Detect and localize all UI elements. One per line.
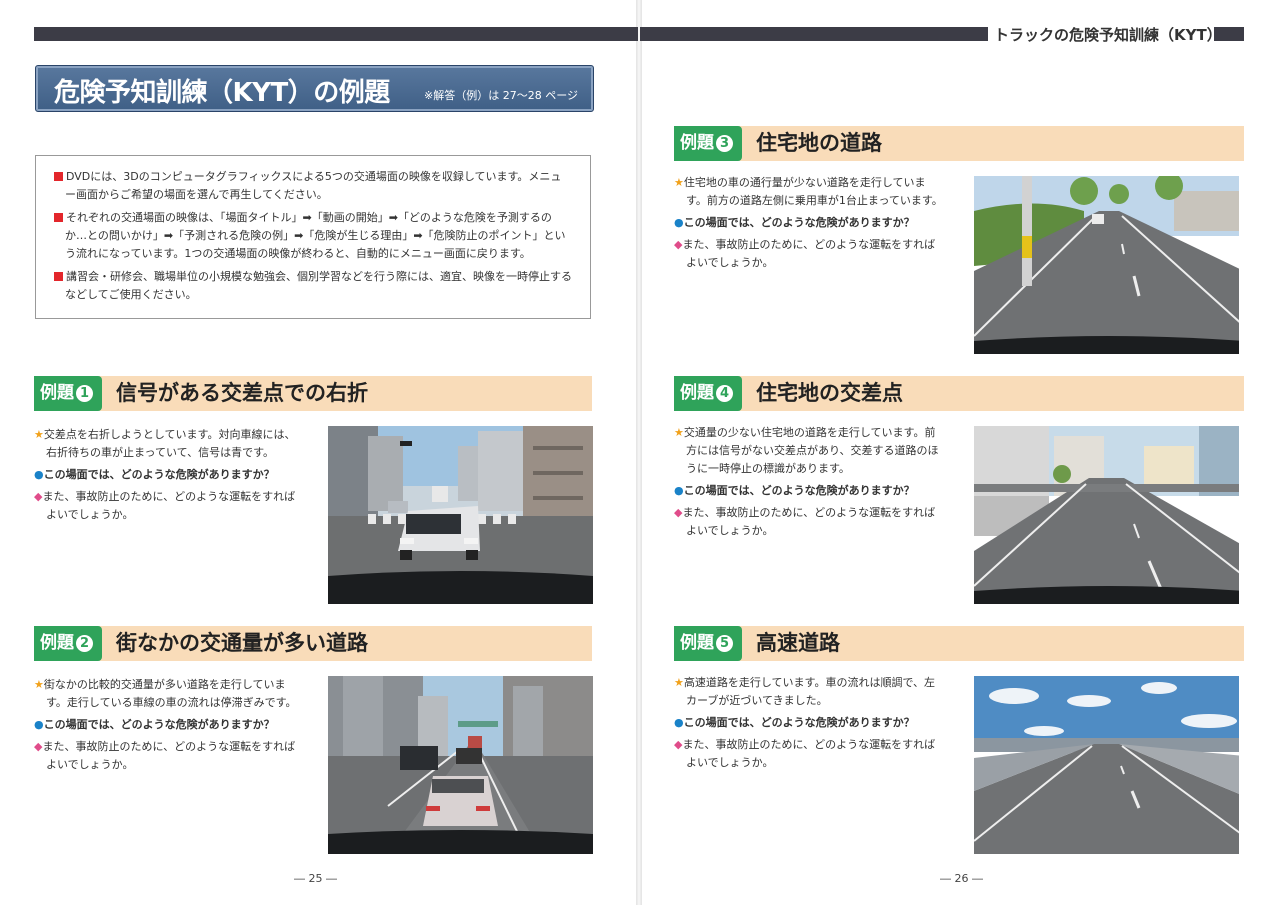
page-number-right: ― 26 ― <box>940 872 983 885</box>
scene-description: ★街なかの比較的交通量が多い道路を走行しています。走行している車線の車の流れは停… <box>34 678 297 709</box>
number-circle-icon: 5 <box>716 635 733 652</box>
danger-question: ●この場面では、どのような危険がありますか？ <box>674 716 915 729</box>
scene-description: ★交差点を右折しようとしています。対向車線には、右折待ちの車が止まっていて、信号… <box>34 428 296 459</box>
red-square-icon <box>54 272 63 281</box>
example-badge: 例題 1 <box>34 376 102 411</box>
example-3-header: 例題 3 住宅地の道路 <box>674 126 1244 161</box>
number-circle-icon: 4 <box>716 385 733 402</box>
example-title: 住宅地の交差点 <box>756 381 903 405</box>
intro-paragraph: 講習会・研修会、職場単位の小規模な勉強会、個別学習などを行う際には、適宜、映像を… <box>54 268 572 304</box>
number-circle-icon: 2 <box>76 635 93 652</box>
example-5-header: 例題 5 高速道路 <box>674 626 1244 661</box>
prevention-question: ◆また、事故防止のために、どのような運転をすればよいでしょうか。 <box>34 740 296 771</box>
example-badge: 例題 4 <box>674 376 742 411</box>
scene-description: ★高速道路を走行しています。車の流れは順調で、左カーブが近づいてきました。 <box>674 676 936 707</box>
star-icon: ★ <box>34 428 44 441</box>
book-gutter <box>636 0 642 905</box>
top-rule-right <box>640 27 988 41</box>
example-title: 住宅地の道路 <box>756 131 882 155</box>
intro-paragraph: それぞれの交通場面の映像は、「場面タイトル」➡「動画の開始」➡「どのような危険を… <box>54 209 572 263</box>
example-title: 街なかの交通量が多い道路 <box>116 631 368 655</box>
title-banner: 危険予知訓練（KYT）の例題 ※解答（例）は 27〜28 ページ <box>35 65 594 112</box>
prevention-question: ◆また、事故防止のために、どのような運転をすればよいでしょうか。 <box>674 506 936 537</box>
example-badge: 例題 5 <box>674 626 742 661</box>
blue-dot-icon: ● <box>34 468 44 481</box>
example-title: 信号がある交差点での右折 <box>116 381 368 405</box>
star-icon: ★ <box>674 426 684 439</box>
prevention-question: ◆また、事故防止のために、どのような運転をすればよいでしょうか。 <box>674 238 936 269</box>
danger-question: ●この場面では、どのような危険がありますか？ <box>674 484 915 497</box>
star-icon: ★ <box>674 176 684 189</box>
scene-image-residential-road <box>974 176 1239 354</box>
example-4-header: 例題 4 住宅地の交差点 <box>674 376 1244 411</box>
top-rule-left <box>34 27 638 41</box>
number-circle-icon: 3 <box>716 135 733 152</box>
scene-image-intersection-right-turn <box>328 426 593 604</box>
blue-dot-icon: ● <box>34 718 44 731</box>
example-badge: 例題 2 <box>34 626 102 661</box>
example-5-text: ★高速道路を走行しています。車の流れは順調で、左カーブが近づいてきました。 ●こ… <box>674 674 944 776</box>
intro-box: DVDには、3Dのコンピュータグラフィックスによる5つの交通場面の映像を収録して… <box>35 155 591 319</box>
number-circle-icon: 1 <box>76 385 93 402</box>
blue-dot-icon: ● <box>674 716 684 729</box>
danger-question: ●この場面では、どのような危険がありますか？ <box>34 468 275 481</box>
intro-paragraph: DVDには、3Dのコンピュータグラフィックスによる5つの交通場面の映像を収録して… <box>54 168 572 204</box>
scene-image-residential-intersection <box>974 426 1239 604</box>
prevention-question: ◆また、事故防止のために、どのような運転をすればよいでしょうか。 <box>34 490 296 521</box>
danger-question: ●この場面では、どのような危険がありますか？ <box>674 216 915 229</box>
example-4-text: ★交通量の少ない住宅地の道路を走行しています。前方には信号がない交差点があり、交… <box>674 424 944 544</box>
example-3-text: ★住宅地の車の通行量が少ない道路を走行しています。前方の道路左側に乗用車が1台止… <box>674 174 944 276</box>
page-title: 危険予知訓練（KYT）の例題 <box>54 78 390 108</box>
scene-image-busy-city-road <box>328 676 593 854</box>
answer-page-note: ※解答（例）は 27〜28 ページ <box>424 89 578 102</box>
star-icon: ★ <box>674 676 684 689</box>
red-square-icon <box>54 172 63 181</box>
page-number-left: ― 25 ― <box>294 872 337 885</box>
blue-dot-icon: ● <box>674 484 684 497</box>
example-2-header: 例題 2 街なかの交通量が多い道路 <box>34 626 592 661</box>
scene-description: ★住宅地の車の通行量が少ない道路を走行しています。前方の道路左側に乗用車が1台止… <box>674 176 943 207</box>
example-1-header: 例題 1 信号がある交差点での右折 <box>34 376 592 411</box>
blue-dot-icon: ● <box>674 216 684 229</box>
running-header: トラックの危険予知訓練（KYT） <box>994 26 1222 44</box>
danger-question: ●この場面では、どのような危険がありますか？ <box>34 718 275 731</box>
example-1-text: ★交差点を右折しようとしています。対向車線には、右折待ちの車が止まっていて、信号… <box>34 426 304 528</box>
example-badge: 例題 3 <box>674 126 742 161</box>
scene-image-expressway <box>974 676 1239 854</box>
scene-description: ★交通量の少ない住宅地の道路を走行しています。前方には信号がない交差点があり、交… <box>674 426 939 475</box>
star-icon: ★ <box>34 678 44 691</box>
example-title: 高速道路 <box>756 631 840 655</box>
prevention-question: ◆また、事故防止のために、どのような運転をすればよいでしょうか。 <box>674 738 936 769</box>
red-square-icon <box>54 213 63 222</box>
example-2-text: ★街なかの比較的交通量が多い道路を走行しています。走行している車線の車の流れは停… <box>34 676 304 778</box>
